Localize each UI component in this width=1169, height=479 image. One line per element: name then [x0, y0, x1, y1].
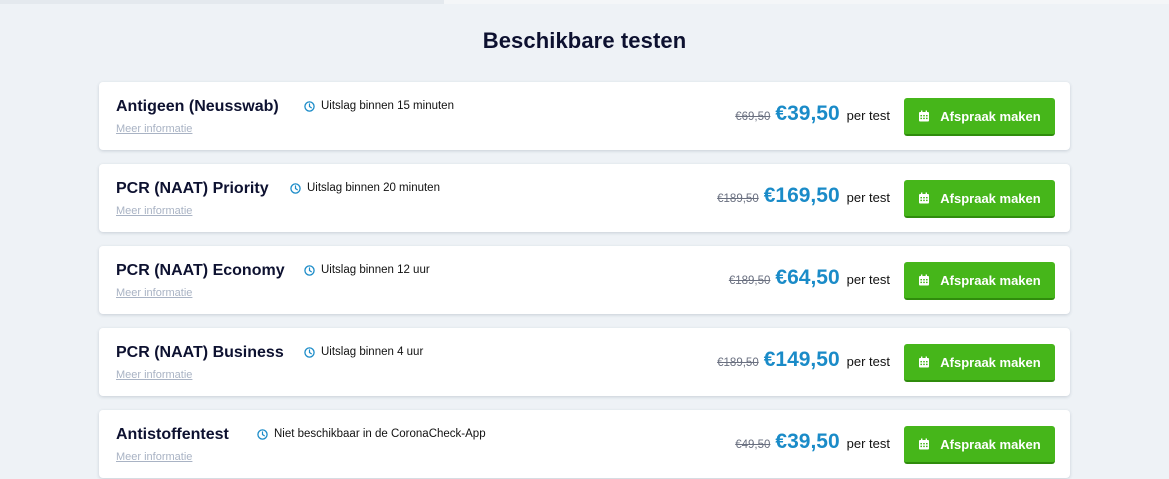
test-card-pcr-business: PCR (NAAT) Business Uitslag binnen 4 uur…	[99, 328, 1070, 396]
book-appointment-button[interactable]: Afspraak maken	[904, 262, 1055, 300]
test-card-antigeen: Antigeen (Neusswab) Uitslag binnen 15 mi…	[99, 82, 1070, 150]
price-unit: per test	[846, 190, 890, 205]
more-info-link[interactable]: Meer informatie	[116, 205, 192, 217]
price-group: €189,50 €169,50 per test	[717, 184, 890, 208]
button-label: Afspraak maken	[940, 272, 1041, 288]
result-time: Uitslag binnen 12 uur	[304, 264, 430, 276]
test-name: PCR (NAAT) Business	[116, 344, 284, 361]
more-info-link[interactable]: Meer informatie	[116, 123, 192, 135]
old-price: €189,50	[717, 357, 759, 369]
more-info-link[interactable]: Meer informatie	[116, 369, 192, 381]
test-name: Antistoffentest	[116, 426, 229, 443]
test-name: PCR (NAAT) Economy	[116, 262, 285, 279]
old-price: €189,50	[728, 275, 771, 287]
book-appointment-button[interactable]: Afspraak maken	[904, 180, 1055, 218]
result-text: Uitslag binnen 20 minuten	[307, 182, 440, 194]
test-card-antistoffentest: Antistoffentest Niet beschikbaar in de C…	[99, 410, 1070, 478]
price-unit: per test	[846, 272, 890, 287]
result-time: Uitslag binnen 20 minuten	[290, 182, 440, 194]
calendar-icon	[919, 356, 930, 368]
calendar-icon	[919, 110, 930, 122]
result-text: Uitslag binnen 4 uur	[321, 346, 424, 358]
old-price: €49,50	[735, 439, 771, 451]
price-group: €49,50 €39,50 per test	[735, 430, 890, 454]
calendar-icon	[919, 438, 930, 450]
calendar-icon	[919, 192, 930, 204]
more-info-link[interactable]: Meer informatie	[116, 287, 192, 299]
more-info-link[interactable]: Meer informatie	[116, 451, 192, 463]
result-text: Uitslag binnen 15 minuten	[321, 100, 454, 112]
test-name: Antigeen (Neusswab)	[116, 98, 279, 115]
button-label: Afspraak maken	[940, 354, 1041, 370]
book-appointment-button[interactable]: Afspraak maken	[904, 426, 1055, 464]
price-group: €189,50 €64,50 per test	[729, 266, 890, 290]
price-unit: per test	[846, 354, 890, 369]
clock-icon	[304, 346, 315, 358]
clock-icon	[304, 264, 315, 276]
current-price: €39,50	[775, 102, 840, 125]
price-group: €189,50 €149,50 per test	[717, 348, 890, 372]
current-price: €149,50	[763, 348, 840, 371]
top-strip	[0, 0, 1169, 4]
result-time: Uitslag binnen 15 minuten	[304, 100, 454, 112]
current-price: €39,50	[775, 430, 840, 453]
test-card-pcr-priority: PCR (NAAT) Priority Uitslag binnen 20 mi…	[99, 164, 1070, 232]
page-title: Beschikbare testen	[482, 28, 687, 53]
old-price: €189,50	[717, 193, 759, 205]
price-unit: per test	[846, 108, 890, 123]
clock-icon	[257, 428, 268, 440]
price-unit: per test	[846, 436, 890, 451]
old-price: €69,50	[735, 111, 771, 123]
book-appointment-button[interactable]: Afspraak maken	[904, 344, 1055, 382]
button-label: Afspraak maken	[940, 436, 1041, 452]
calendar-icon	[919, 274, 930, 286]
price-group: €69,50 €39,50 per test	[735, 102, 890, 126]
button-label: Afspraak maken	[940, 190, 1041, 206]
result-time: Niet beschikbaar in de CoronaCheck-App	[257, 428, 486, 440]
book-appointment-button[interactable]: Afspraak maken	[904, 98, 1055, 136]
current-price: €64,50	[775, 266, 840, 289]
clock-icon	[290, 182, 301, 194]
result-time: Uitslag binnen 4 uur	[304, 346, 423, 358]
test-name: PCR (NAAT) Priority	[116, 180, 269, 197]
current-price: €169,50	[763, 184, 840, 207]
button-label: Afspraak maken	[940, 108, 1041, 124]
result-text: Niet beschikbaar in de CoronaCheck-App	[274, 428, 486, 440]
clock-icon	[304, 100, 315, 112]
test-card-pcr-economy: PCR (NAAT) Economy Uitslag binnen 12 uur…	[99, 246, 1070, 314]
result-text: Uitslag binnen 12 uur	[321, 264, 430, 276]
